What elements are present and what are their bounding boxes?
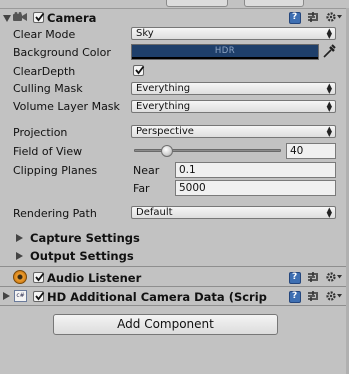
culling-mask-label: Culling Mask bbox=[13, 82, 83, 95]
help-icon[interactable] bbox=[289, 291, 301, 303]
audio-listener-header[interactable]: Audio Listener bbox=[0, 269, 349, 285]
far-clip-input[interactable]: 5000 bbox=[175, 180, 336, 196]
volume-layer-mask-value: Everything bbox=[136, 101, 191, 112]
clear-depth-checkbox[interactable] bbox=[133, 65, 145, 76]
projection-label: Projection bbox=[13, 126, 68, 139]
alpha-bar bbox=[132, 57, 318, 59]
add-component-button[interactable]: Add Component bbox=[53, 314, 278, 335]
preset-icon[interactable] bbox=[307, 271, 319, 283]
field-of-view-label: Field of View bbox=[13, 145, 83, 158]
dropdown-arrow-icon: ▲ ▼ bbox=[326, 100, 332, 113]
field-of-view-input[interactable]: 40 bbox=[286, 143, 336, 159]
foldout-collapsed-icon[interactable] bbox=[3, 292, 10, 300]
capture-settings-label: Capture Settings bbox=[30, 231, 140, 245]
clear-depth-label: ClearDepth bbox=[13, 65, 76, 78]
volume-layer-mask-dropdown[interactable]: Everything ▲ ▼ bbox=[131, 100, 336, 113]
toolbar-button-stub[interactable] bbox=[244, 0, 304, 7]
dropdown-arrow-icon: ▲ ▼ bbox=[326, 27, 332, 40]
component-separator bbox=[0, 266, 349, 267]
clear-mode-label: Clear Mode bbox=[13, 28, 76, 41]
background-color-label: Background Color bbox=[13, 46, 111, 59]
gear-icon[interactable] bbox=[325, 11, 343, 23]
projection-value: Perspective bbox=[136, 126, 194, 137]
component-separator bbox=[0, 286, 349, 287]
near-label: Near bbox=[133, 164, 160, 177]
clear-mode-dropdown[interactable]: Sky ▲ ▼ bbox=[131, 27, 336, 40]
help-icon[interactable] bbox=[289, 12, 301, 24]
camera-component-header[interactable]: Camera bbox=[0, 9, 349, 25]
culling-mask-value: Everything bbox=[136, 83, 191, 94]
field-of-view-slider-track[interactable] bbox=[134, 149, 281, 152]
audio-listener-icon bbox=[13, 270, 27, 284]
dropdown-arrow-icon: ▲ ▼ bbox=[326, 206, 332, 219]
audio-listener-title: Audio Listener bbox=[47, 271, 142, 285]
background-color-field[interactable]: HDR bbox=[131, 44, 319, 60]
clipping-planes-label: Clipping Planes bbox=[13, 164, 98, 177]
output-settings-label: Output Settings bbox=[30, 249, 134, 263]
field-of-view-slider-thumb[interactable] bbox=[161, 145, 173, 157]
culling-mask-dropdown[interactable]: Everything ▲ ▼ bbox=[131, 82, 336, 95]
hdr-badge: HDR bbox=[214, 46, 236, 56]
far-label: Far bbox=[133, 182, 150, 195]
rendering-path-value: Default bbox=[136, 207, 173, 218]
foldout-expanded-icon[interactable] bbox=[3, 15, 11, 22]
script-icon: c# bbox=[14, 290, 27, 302]
output-settings-foldout[interactable]: Output Settings bbox=[0, 248, 349, 264]
camera-title: Camera bbox=[47, 11, 97, 25]
hd-camera-data-title: HD Additional Camera Data (Scrip bbox=[47, 290, 267, 304]
preset-icon[interactable] bbox=[307, 11, 319, 23]
camera-enabled-checkbox[interactable] bbox=[33, 12, 45, 23]
hd-camera-data-header[interactable]: c# HD Additional Camera Data (Scrip bbox=[0, 288, 349, 304]
gear-icon[interactable] bbox=[325, 290, 343, 302]
dropdown-arrow-icon: ▲ ▼ bbox=[326, 82, 332, 95]
rendering-path-dropdown[interactable]: Default ▲ ▼ bbox=[131, 206, 336, 219]
help-icon[interactable] bbox=[289, 272, 301, 284]
camera-icon bbox=[13, 12, 27, 22]
volume-layer-mask-label: Volume Layer Mask bbox=[13, 100, 120, 113]
top-toolbar-edge bbox=[0, 0, 349, 9]
near-clip-input[interactable]: 0.1 bbox=[175, 162, 336, 178]
dropdown-arrow-icon: ▲ ▼ bbox=[326, 125, 332, 138]
foldout-collapsed-icon[interactable] bbox=[16, 234, 23, 242]
eyedropper-icon[interactable] bbox=[322, 44, 336, 59]
foldout-collapsed-icon[interactable] bbox=[16, 252, 23, 260]
hd-camera-data-enabled-checkbox[interactable] bbox=[33, 291, 45, 302]
rendering-path-label: Rendering Path bbox=[13, 207, 97, 220]
capture-settings-foldout[interactable]: Capture Settings bbox=[0, 230, 349, 246]
audio-listener-enabled-checkbox[interactable] bbox=[33, 272, 45, 283]
projection-dropdown[interactable]: Perspective ▲ ▼ bbox=[131, 125, 336, 138]
preset-icon[interactable] bbox=[307, 290, 319, 302]
gear-icon[interactable] bbox=[325, 271, 343, 283]
clear-mode-value: Sky bbox=[136, 28, 154, 39]
toolbar-button-stub[interactable] bbox=[166, 0, 228, 7]
component-separator bbox=[0, 305, 349, 306]
